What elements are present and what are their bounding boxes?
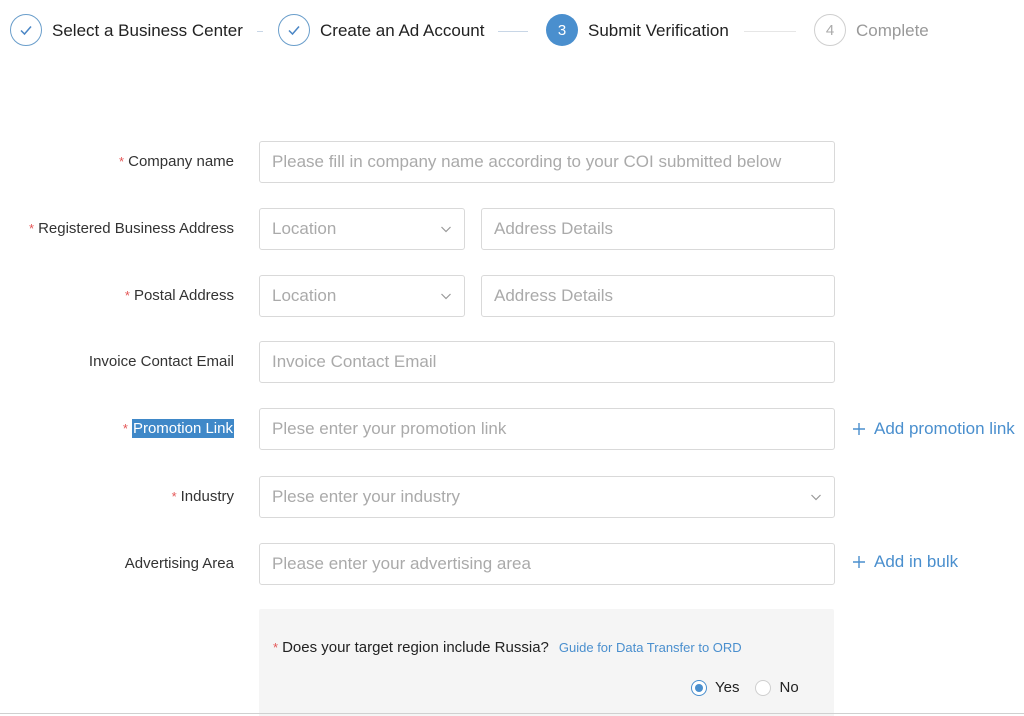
- industry-placeholder: Plese enter your industry: [272, 487, 461, 506]
- radio-no[interactable]: No: [755, 679, 799, 696]
- promotion-link-input[interactable]: [272, 409, 822, 449]
- postal-location-placeholder: Location: [272, 286, 337, 305]
- advertising-area-input[interactable]: [272, 544, 822, 584]
- invoice-email-field[interactable]: [259, 341, 835, 383]
- registered-address-label: * Registered Business Address: [29, 220, 234, 237]
- required-marker: *: [171, 489, 177, 504]
- advertising-area-label: Advertising Area: [124, 555, 234, 572]
- add-in-bulk-button[interactable]: Add in bulk: [852, 552, 958, 572]
- russia-question: * Does your target region include Russia?…: [273, 639, 742, 656]
- company-name-label: * Company name: [119, 153, 234, 170]
- registered-details-field[interactable]: [481, 208, 835, 250]
- required-marker: *: [124, 288, 130, 303]
- step-connector: [257, 31, 263, 32]
- radio-yes-label: Yes: [715, 679, 740, 696]
- registered-location-placeholder: Location: [272, 219, 337, 238]
- chevron-down-icon: [441, 226, 451, 233]
- promotion-link-label: * Promotion Link: [122, 419, 234, 438]
- required-marker: *: [273, 640, 279, 655]
- step-2-check-icon: [278, 14, 310, 46]
- radio-yes[interactable]: Yes: [691, 679, 739, 696]
- step-3-label: Submit Verification: [588, 21, 729, 40]
- add-promotion-link-button[interactable]: Add promotion link: [852, 419, 1015, 439]
- invoice-email-label: Invoice Contact Email: [88, 353, 234, 370]
- registered-location-select[interactable]: Location: [259, 208, 465, 250]
- step-4-number: 4: [814, 14, 846, 46]
- radio-yes-circle[interactable]: [691, 679, 707, 696]
- russia-radio-group: Yes No: [691, 679, 799, 696]
- bottom-divider: [0, 713, 1024, 714]
- radio-no-label: No: [779, 679, 799, 696]
- plus-icon: [853, 556, 865, 568]
- radio-no-circle[interactable]: [755, 679, 772, 696]
- promotion-link-field[interactable]: [259, 408, 835, 450]
- add-in-bulk-label: Add in bulk: [874, 552, 959, 571]
- postal-details-input[interactable]: [494, 276, 822, 316]
- industry-select[interactable]: Plese enter your industry: [259, 476, 835, 518]
- ord-guide-link[interactable]: Guide for Data Transfer to ORD: [559, 640, 742, 655]
- russia-panel: * Does your target region include Russia?…: [259, 609, 834, 716]
- required-marker: *: [29, 221, 35, 236]
- advertising-area-field[interactable]: [259, 543, 835, 585]
- chevron-down-icon: [441, 293, 451, 300]
- industry-label: * Industry: [171, 488, 234, 505]
- russia-question-text: Does your target region include Russia?: [282, 639, 549, 656]
- step-4-label: Complete: [856, 21, 929, 40]
- step-connector: [498, 31, 528, 32]
- step-connector: [744, 31, 796, 32]
- plus-icon: [853, 423, 865, 435]
- postal-address-label: * Postal Address: [124, 287, 234, 304]
- required-marker: *: [122, 421, 128, 436]
- add-promotion-link-label: Add promotion link: [874, 419, 1015, 438]
- invoice-email-input[interactable]: [272, 342, 822, 382]
- postal-details-field[interactable]: [481, 275, 835, 317]
- step-3-number: 3: [546, 14, 578, 46]
- step-1-check-icon: [10, 14, 42, 46]
- step-2-label: Create an Ad Account: [320, 21, 485, 40]
- required-marker: *: [119, 154, 125, 169]
- postal-location-select[interactable]: Location: [259, 275, 465, 317]
- company-name-input[interactable]: [272, 142, 822, 182]
- chevron-down-icon: [811, 494, 821, 501]
- step-1-label: Select a Business Center: [52, 21, 243, 40]
- promotion-link-label-text: Promotion Link: [131, 419, 234, 438]
- verification-page: Select a Business Center Create an Ad Ac…: [0, 0, 1024, 716]
- company-name-field[interactable]: [259, 141, 835, 183]
- registered-details-input[interactable]: [494, 209, 822, 249]
